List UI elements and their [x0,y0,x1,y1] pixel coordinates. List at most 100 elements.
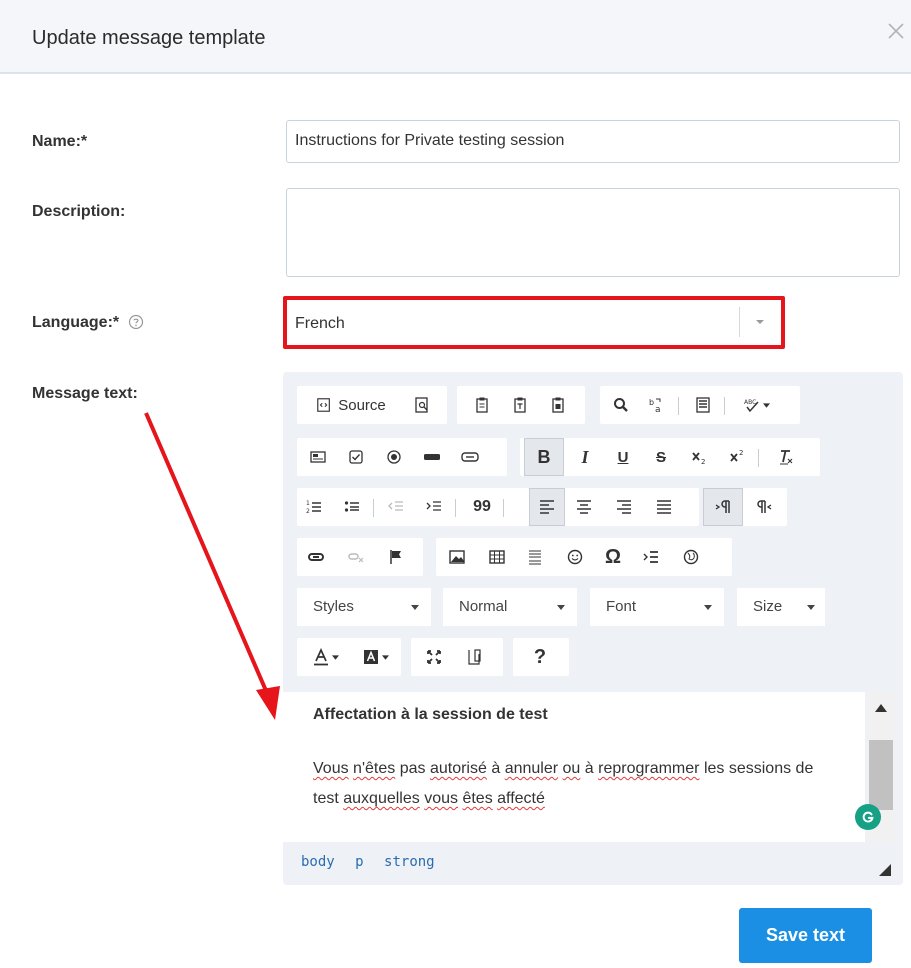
svg-text:2: 2 [306,508,310,515]
path-item-strong[interactable]: strong [384,854,435,870]
chevron-down-icon [381,654,389,660]
paste-button[interactable] [467,386,497,424]
underline-button[interactable]: U [608,438,638,476]
clipboard-text-icon [514,397,526,413]
table-button[interactable] [482,538,512,576]
show-blocks-button[interactable] [459,638,489,676]
group-align [529,488,699,526]
subscript-button[interactable]: 2 [684,438,714,476]
name-input[interactable]: Instructions for Private testing session [286,120,900,163]
source-label: Source [338,396,386,414]
toolbar-row-5: Styles Normal Font Size [297,588,897,626]
description-input[interactable] [286,188,900,277]
replace-icon: ba [649,398,661,414]
increase-indent-button[interactable] [419,488,449,526]
background-color-button[interactable] [353,638,397,676]
svg-text:a: a [655,405,661,414]
replace-button[interactable]: ba [642,386,672,424]
smiley-button[interactable] [560,538,590,576]
text-direction-rtl-icon [757,500,772,513]
paste-word-button[interactable] [543,386,573,424]
close-icon[interactable] [885,20,907,42]
path-item-body[interactable]: body [301,854,335,870]
find-button[interactable] [606,386,636,424]
unlink-button[interactable] [341,538,371,576]
svg-text:2: 2 [701,458,705,466]
maximize-button[interactable] [419,638,449,676]
spell-word: reprogrammer [598,760,700,777]
form-button[interactable] [303,438,333,476]
align-left-button[interactable] [529,488,565,526]
page-break-button[interactable] [636,538,666,576]
font-combo[interactable]: Font [590,588,724,626]
rtl-button[interactable] [749,488,779,526]
editor-content[interactable]: Affectation à la session de test Vous n'… [283,692,865,842]
toolbar-row-2: B I U S 2 2 [297,438,897,476]
search-icon [614,398,628,412]
paste-text-button[interactable] [505,386,535,424]
horizontal-line-button[interactable] [520,538,550,576]
scroll-up-icon[interactable] [875,704,887,712]
grammarly-icon[interactable] [855,804,881,830]
scrollbar-thumb[interactable] [869,740,893,810]
form-button-button[interactable] [455,438,485,476]
anchor-button[interactable] [381,538,411,576]
checkbox-button[interactable] [341,438,371,476]
help-icon[interactable] [128,314,144,330]
clipboard-word-icon [552,397,564,413]
numbered-list-button[interactable]: 12 [299,488,329,526]
text-direction-ltr-icon [715,500,730,513]
path-item-p[interactable]: p [355,854,363,870]
group-find: ba ABC [600,386,800,424]
save-text-button[interactable]: Save text [739,908,872,963]
link-button[interactable] [301,538,331,576]
preview-button[interactable] [407,386,437,424]
bulleted-list-button[interactable] [337,488,367,526]
chevron-down-icon [756,320,764,324]
remove-format-button[interactable] [770,438,800,476]
resize-handle-icon[interactable] [879,864,891,876]
separator [724,397,725,415]
svg-text:2: 2 [739,449,743,457]
blockquote-button[interactable]: 99 [467,488,497,526]
group-direction [703,488,787,526]
svg-text:b: b [649,398,654,407]
bold-button[interactable]: B [524,438,564,476]
special-char-button[interactable]: Ω [598,538,628,576]
source-button[interactable]: Source [301,386,401,424]
language-select[interactable]: French [283,296,785,349]
superscript-button[interactable]: 2 [722,438,752,476]
size-combo[interactable]: Size [737,588,825,626]
content-paragraph: Vous n'êtes pas autorisé à annuler ou à … [313,754,843,814]
strikethrough-button[interactable]: S [646,438,676,476]
group-links [297,538,423,576]
select-all-button[interactable] [688,386,718,424]
about-button[interactable]: ? [525,638,555,676]
unlink-icon [348,553,364,563]
align-center-button[interactable] [569,488,599,526]
svg-text:1: 1 [306,500,310,507]
italic-button[interactable]: I [570,438,600,476]
horizontal-line-icon [529,550,541,565]
chevron-down-icon [331,654,339,660]
element-path: body p strong [301,854,447,870]
iframe-button[interactable] [676,538,706,576]
image-button[interactable] [442,538,472,576]
separator [373,499,374,517]
format-combo[interactable]: Normal [443,588,577,626]
spellcheck-button[interactable]: ABC [734,386,778,424]
spell-word: autorisé [429,760,487,777]
styles-combo[interactable]: Styles [297,588,431,626]
spell-word: ou [562,760,581,777]
size-label: Size [753,598,783,615]
radio-button[interactable] [379,438,409,476]
decrease-indent-button[interactable] [381,488,411,526]
outdent-icon [388,501,403,511]
align-right-button[interactable] [609,488,639,526]
justify-button[interactable] [649,488,679,526]
text-field-button[interactable] [417,438,447,476]
background-color-icon [363,650,378,664]
justify-icon [657,500,671,514]
ltr-button[interactable] [703,488,743,526]
text-color-button[interactable] [303,638,347,676]
